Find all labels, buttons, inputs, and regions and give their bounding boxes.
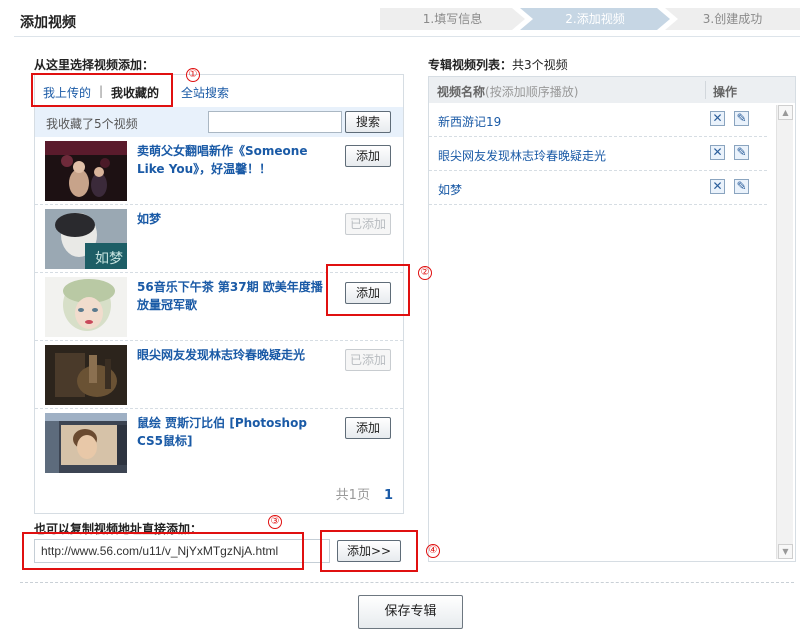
delete-icon[interactable]: ✕ (710, 179, 725, 194)
album-video-name[interactable]: 眼尖网友发现林志玲春晚疑走光 (438, 147, 606, 164)
column-actions: 操作 (713, 85, 738, 99)
video-thumbnail[interactable]: 如梦 (45, 209, 127, 269)
total-pages: 共1页 (335, 488, 370, 503)
album-list-title: 专辑视频列表： (428, 58, 513, 72)
header-divider (14, 36, 800, 37)
step-complete: 3.创建成功 (665, 8, 800, 30)
annotation-box-url-input (22, 532, 304, 570)
album-row: 新西游记19 ✕ ✎ (429, 103, 767, 137)
page-title: 添加视频 (20, 15, 76, 31)
scroll-down-icon[interactable]: ▼ (778, 544, 793, 559)
step-add-video: 2.添加视频 (520, 8, 670, 30)
album-row: 如梦 ✕ ✎ (429, 171, 767, 205)
video-thumbnail[interactable] (45, 277, 127, 337)
add-video-button[interactable]: 添加 (345, 417, 391, 439)
album-row: 眼尖网友发现林志玲春晚疑走光 ✕ ✎ (429, 137, 767, 171)
album-video-name[interactable]: 如梦 (438, 181, 462, 198)
annotation-box-tabs (31, 73, 173, 107)
edit-icon[interactable]: ✎ (734, 145, 749, 160)
column-video-name: 视频名称(按添加顺序播放) (437, 83, 578, 100)
added-video-button: 已添加 (345, 349, 391, 371)
column-divider (705, 81, 706, 99)
video-title-link[interactable]: 如梦 (137, 210, 333, 228)
step-fill-info: 1.填写信息 (380, 8, 525, 30)
bottom-divider (20, 582, 794, 583)
search-bar: 我收藏了5个视频 搜索 (35, 107, 403, 137)
annotation-marker-2: ② (418, 266, 432, 280)
column-video-name-label: 视频名称 (437, 85, 486, 99)
video-title-link[interactable]: 鼠绘 贾斯汀比伯 [Photoshop CS5鼠标] (137, 414, 333, 450)
added-video-button: 已添加 (345, 213, 391, 235)
annotation-marker-1: ① (186, 68, 200, 82)
edit-icon[interactable]: ✎ (734, 111, 749, 126)
video-thumbnail[interactable] (45, 345, 127, 405)
album-list-label: 专辑视频列表：共3个视频 (428, 56, 568, 73)
delete-icon[interactable]: ✕ (710, 145, 725, 160)
annotation-box-add-button (326, 264, 410, 316)
choose-video-label: 从这里选择视频添加： (34, 58, 155, 72)
column-order-hint: (按添加顺序播放) (485, 85, 579, 99)
svg-text:如梦: 如梦 (95, 251, 123, 267)
annotation-box-url-button (320, 530, 418, 572)
video-title-link[interactable]: 卖萌父女翻唱新作《Someone Like You》，好温馨！！ (137, 142, 333, 178)
annotation-marker-4: ④ (426, 544, 440, 558)
album-video-name[interactable]: 新西游记19 (438, 113, 501, 130)
search-input[interactable] (208, 111, 342, 133)
search-button[interactable]: 搜索 (345, 111, 391, 133)
tab-site-search[interactable]: 全站搜索 (181, 84, 229, 101)
edit-icon[interactable]: ✎ (734, 179, 749, 194)
video-title-link[interactable]: 56音乐下午茶 第37期 欧美年度播放量冠军歌 (137, 278, 333, 314)
album-video-panel: 视频名称(按添加顺序播放) 操作 新西游记19 ✕ ✎ 眼尖网友发现林志玲春晚疑… (428, 76, 796, 562)
delete-icon[interactable]: ✕ (710, 111, 725, 126)
scroll-up-icon[interactable]: ▲ (778, 105, 793, 120)
video-title-link[interactable]: 眼尖网友发现林志玲春晚疑走光 (137, 346, 333, 364)
video-thumbnail[interactable] (45, 413, 127, 473)
album-scrollbar[interactable]: ▲ ▼ (776, 105, 793, 559)
progress-steps: 1.填写信息 2.添加视频 3.创建成功 (380, 8, 800, 30)
video-item: 鼠绘 贾斯汀比伯 [Photoshop CS5鼠标] 添加 (35, 409, 403, 477)
video-item: 卖萌父女翻唱新作《Someone Like You》，好温馨！！ 添加 (35, 137, 403, 205)
video-item: 如梦 如梦 已添加 (35, 205, 403, 273)
add-video-button[interactable]: 添加 (345, 145, 391, 167)
video-thumbnail[interactable] (45, 141, 127, 201)
favorites-count: 我收藏了5个视频 (46, 117, 138, 131)
album-list-header: 视频名称(按添加顺序播放) 操作 (429, 77, 795, 103)
pagination: 共1页 1 (336, 484, 393, 503)
annotation-marker-3: ③ (268, 515, 282, 529)
current-page[interactable]: 1 (384, 488, 393, 503)
album-video-count: 共3个视频 (512, 58, 568, 72)
video-item: 眼尖网友发现林志玲春晚疑走光 已添加 (35, 341, 403, 409)
save-album-button[interactable]: 保存专辑 (358, 595, 463, 629)
